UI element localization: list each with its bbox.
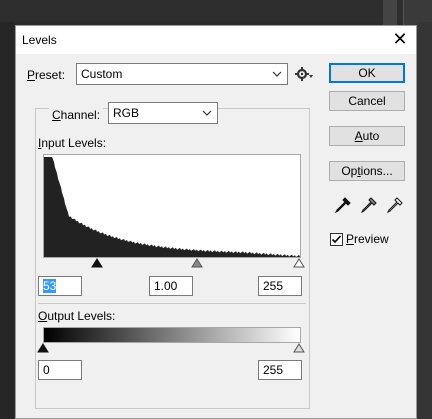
output-black-field[interactable]: 0	[38, 360, 82, 380]
channel-label: Channel:	[49, 108, 104, 122]
input-white-slider[interactable]	[293, 258, 305, 268]
input-gamma-field[interactable]: 1.00	[149, 276, 193, 296]
cancel-button[interactable]: Cancel	[329, 91, 405, 111]
background-top	[0, 0, 432, 22]
histogram-curve	[44, 157, 300, 257]
check-icon	[331, 235, 342, 244]
channel-dropdown[interactable]: RGB	[108, 102, 218, 124]
levels-dialog: Levels ✕ Preset: Custom OK Cancel Auto O…	[15, 25, 417, 419]
dialog-title: Levels	[22, 33, 57, 47]
gear-icon[interactable]	[295, 66, 313, 82]
input-white-field[interactable]: 255	[258, 276, 302, 296]
channel-value: RGB	[113, 106, 140, 120]
chevron-down-icon	[202, 110, 212, 116]
input-black-field[interactable]: 53	[38, 276, 82, 296]
preview-label: Preview	[346, 232, 389, 246]
background-strip	[383, 0, 397, 28]
auto-button[interactable]: Auto	[329, 126, 405, 146]
output-white-field[interactable]: 255	[258, 360, 302, 380]
chevron-down-icon	[272, 71, 282, 77]
output-black-slider[interactable]	[37, 343, 49, 353]
background-right-bar	[417, 22, 432, 419]
output-levels-label: Output Levels:	[38, 309, 116, 323]
preset-label: Preset:	[27, 68, 66, 82]
ok-button[interactable]: OK	[329, 63, 405, 83]
title-bar: Levels ✕	[16, 26, 416, 54]
close-icon[interactable]: ✕	[387, 28, 413, 50]
input-levels-label: Input Levels:	[38, 136, 107, 150]
preview-checkbox[interactable]	[330, 233, 343, 246]
gray-point-eyedropper-icon[interactable]	[360, 196, 378, 214]
output-white-slider[interactable]	[293, 343, 305, 353]
histogram-graph	[44, 157, 300, 257]
options-button[interactable]: Options...	[329, 161, 405, 181]
white-point-eyedropper-icon[interactable]	[386, 196, 404, 214]
histogram	[43, 154, 301, 258]
separator	[38, 303, 306, 304]
input-gamma-slider[interactable]	[191, 258, 203, 268]
preset-value: Custom	[81, 67, 123, 81]
background-left	[0, 0, 14, 419]
output-gradient	[43, 327, 301, 343]
black-point-eyedropper-icon[interactable]	[334, 196, 352, 214]
preset-dropdown[interactable]: Custom	[76, 63, 288, 85]
input-black-slider[interactable]	[91, 258, 103, 268]
